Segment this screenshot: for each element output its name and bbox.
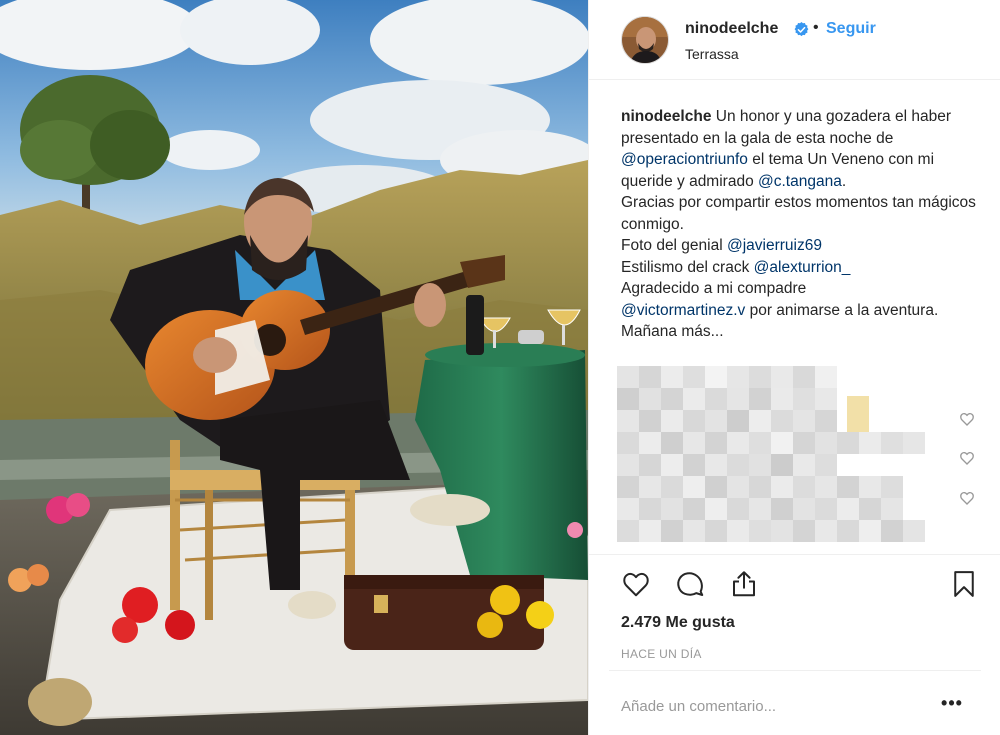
caption-text: Gracias por compartir estos momentos tan…	[621, 194, 976, 233]
photo-guitarist-riverbank	[0, 0, 588, 735]
blurred-comments	[617, 366, 927, 556]
comment-icon[interactable]	[675, 569, 705, 599]
post-side-panel: ninodeelche • Seguir Terrassa ninodeelch…	[588, 0, 1000, 735]
caption-text: por animarse a la aventura.	[745, 301, 939, 319]
caption-username[interactable]: ninodeelche	[621, 108, 711, 125]
add-comment-bar: •••	[609, 670, 981, 735]
caption-mention[interactable]: @victormartinez.v	[621, 302, 745, 319]
post-actions	[589, 554, 1000, 604]
caption-mention[interactable]: @operaciontriunfo	[621, 151, 748, 168]
likes-count[interactable]: 2.479 Me gusta	[621, 614, 735, 632]
share-icon[interactable]	[729, 569, 759, 599]
header-separator: •	[813, 19, 819, 36]
post-location[interactable]: Terrassa	[685, 46, 739, 62]
post-header: ninodeelche • Seguir Terrassa	[589, 0, 1000, 80]
heart-icon[interactable]	[621, 569, 651, 599]
caption-mention[interactable]: @alexturrion_	[754, 259, 851, 276]
avatar[interactable]	[621, 16, 669, 64]
caption-text: Mañana más...	[621, 323, 724, 340]
caption-mention[interactable]: @c.tangana	[758, 173, 842, 190]
comment-like-heart-icon[interactable]	[959, 490, 975, 506]
comment-like-heart-icon[interactable]	[959, 450, 975, 466]
pixelated-comments-image	[617, 366, 925, 542]
caption-text: Foto del genial	[621, 237, 727, 254]
caption-text: .	[841, 172, 847, 190]
caption-text: Estilismo del crack	[621, 258, 754, 276]
bookmark-icon[interactable]	[949, 569, 979, 599]
post-caption: ninodeelche Un honor y una gozadera el h…	[621, 106, 981, 360]
avatar-image	[622, 17, 668, 63]
post-timestamp[interactable]: HACE UN DÍA	[621, 647, 702, 661]
comment-like-heart-icon[interactable]	[959, 411, 975, 427]
follow-button[interactable]: Seguir	[826, 20, 876, 38]
add-comment-input[interactable]	[621, 691, 931, 721]
post-photo[interactable]	[0, 0, 588, 735]
caption-mention[interactable]: @javierruiz69	[727, 237, 822, 254]
more-options-icon[interactable]: •••	[937, 693, 967, 717]
header-username[interactable]: ninodeelche	[685, 20, 778, 38]
verified-badge-icon	[794, 22, 809, 37]
caption-text: Agradecido a mi compadre	[621, 280, 807, 297]
